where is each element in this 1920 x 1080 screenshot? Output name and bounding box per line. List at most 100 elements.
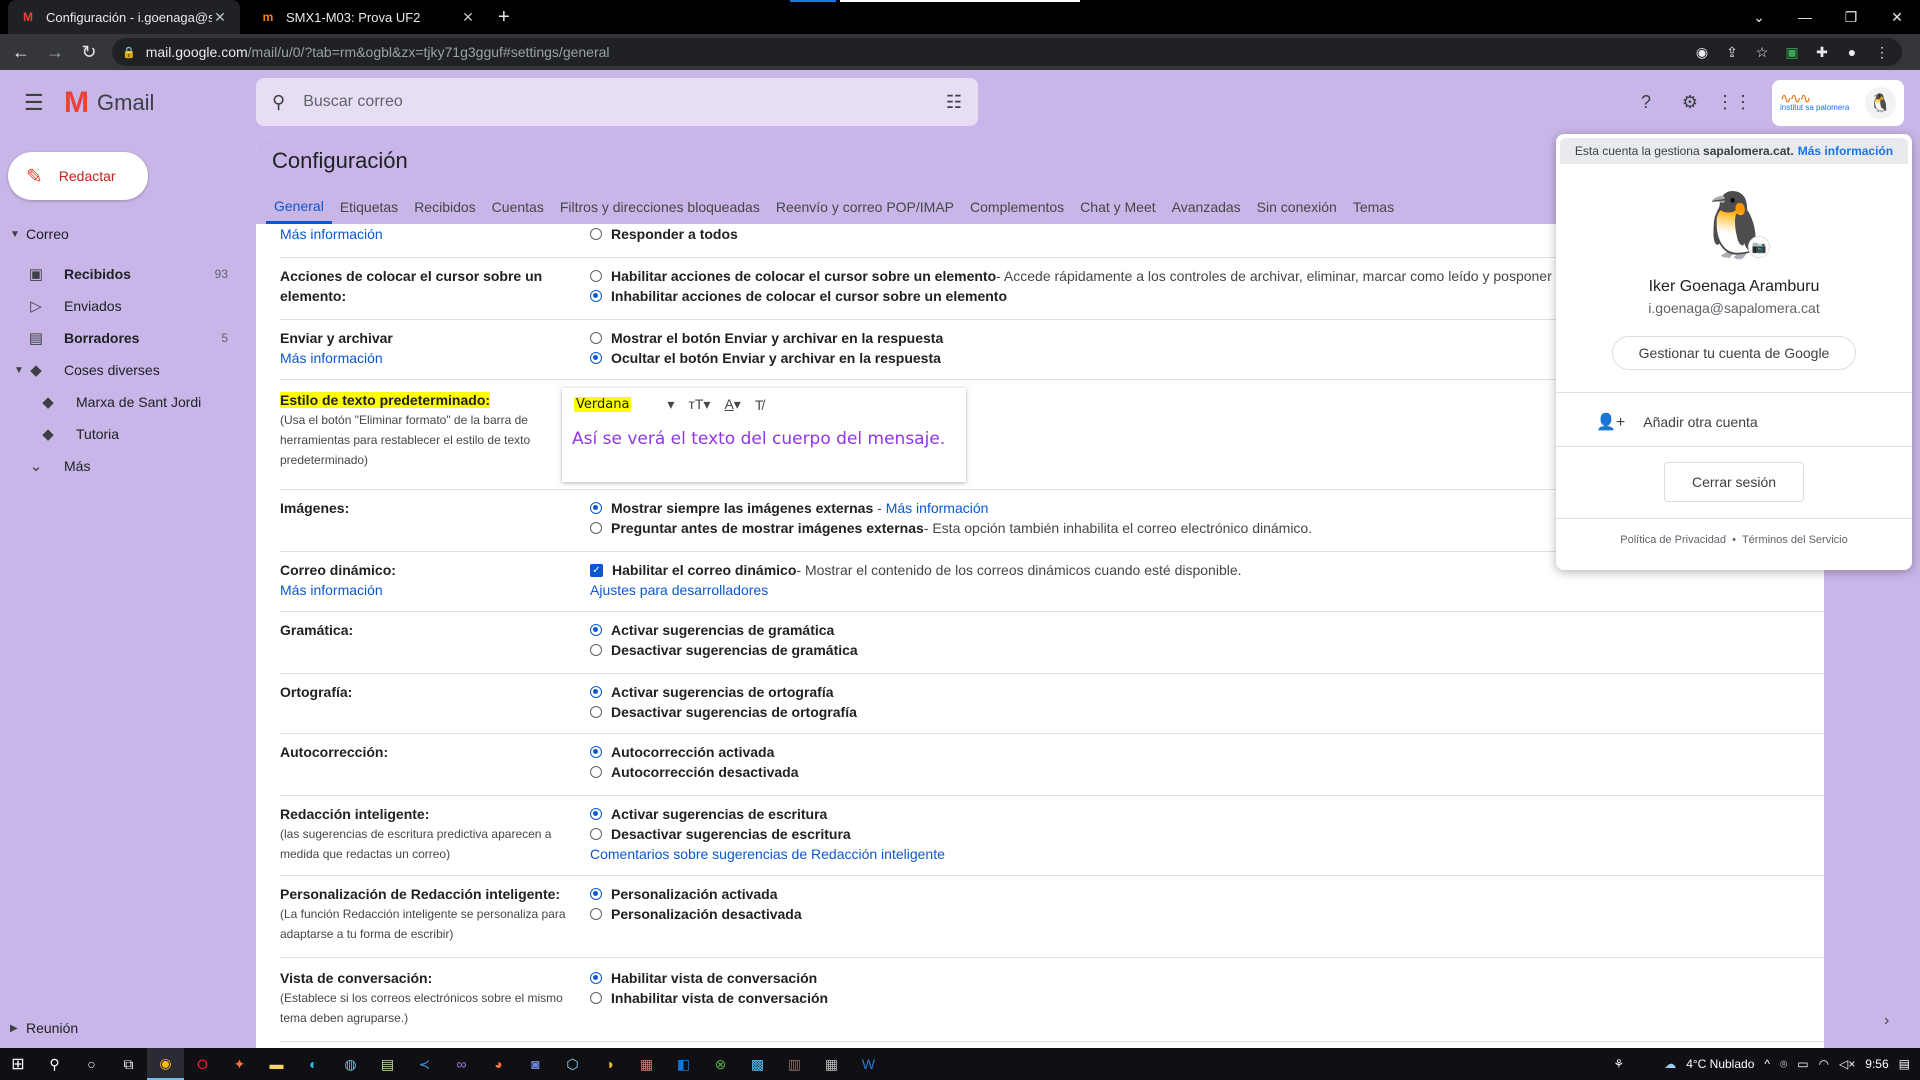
more-info-link[interactable]: Más información	[280, 224, 580, 244]
caret-down-icon[interactable]: ▼	[14, 365, 26, 376]
wifi-icon[interactable]: ◠	[1819, 1057, 1829, 1071]
compose-button[interactable]: ✎ Redactar	[8, 152, 148, 200]
volume-icon[interactable]: ◁×	[1839, 1057, 1855, 1071]
close-tab-icon[interactable]: ✕	[212, 9, 228, 26]
share-icon[interactable]: ⇪	[1722, 44, 1742, 61]
tab-filters[interactable]: Filtros y direcciones bloqueadas	[552, 190, 768, 224]
font-dropdown-icon[interactable]: ▾	[667, 396, 674, 413]
conversation-off-option[interactable]: Inhabilitar vista de conversación	[590, 988, 1820, 1008]
star-icon[interactable]: ☆	[1752, 44, 1772, 61]
radio-button[interactable]	[590, 808, 602, 820]
account-badge[interactable]: ∿∿∿ institut sa palomera 🐧	[1772, 80, 1904, 126]
radio-button[interactable]	[590, 228, 602, 240]
reload-button[interactable]: ↻	[72, 42, 106, 63]
sidebar-item-coses-diverses[interactable]: ▼ ◆ Coses diverses	[0, 354, 248, 386]
tab-chat-meet[interactable]: Chat y Meet	[1072, 190, 1163, 224]
gmail-logo[interactable]: M Gmail	[64, 86, 154, 120]
profile-icon[interactable]: ●	[1842, 44, 1862, 60]
smart-compose-feedback-link[interactable]: Comentarios sobre sugerencias de Redacci…	[590, 844, 1820, 864]
firefox-icon[interactable]: ◕	[480, 1048, 517, 1080]
outlook-icon[interactable]: ◧	[665, 1048, 702, 1080]
close-tab-icon[interactable]: ✕	[460, 9, 476, 26]
chevron-up-icon[interactable]: ^	[1764, 1057, 1770, 1071]
notifications-icon[interactable]: ▤	[1899, 1057, 1910, 1071]
main-menu-icon[interactable]: ☰	[24, 90, 44, 116]
personalization-off-option[interactable]: Personalización desactivada	[590, 904, 1820, 924]
checkbox-checked-icon[interactable]: ✓	[590, 563, 603, 577]
network-icon[interactable]: ⌾	[1780, 1057, 1787, 1072]
calculator-icon[interactable]: ▦	[813, 1048, 850, 1080]
radio-button[interactable]	[590, 766, 602, 778]
font-family-select[interactable]: Verdana	[574, 397, 632, 412]
edge-icon[interactable]: ◐	[295, 1048, 332, 1080]
app-icon[interactable]: ▩	[739, 1048, 776, 1080]
autocorrect-off-option[interactable]: Autocorrección desactivada	[590, 762, 1820, 782]
menu-icon[interactable]: ⋮	[1872, 44, 1892, 61]
vscode-icon[interactable]: ≺	[406, 1048, 443, 1080]
more-info-link[interactable]: Más información	[280, 580, 580, 600]
radio-button[interactable]	[590, 746, 602, 758]
text-color-icon[interactable]: A▾	[724, 396, 740, 413]
apps-grid-icon[interactable]: ⋮⋮	[1716, 90, 1752, 114]
grammar-on-option[interactable]: Activar sugerencias de gramática	[590, 620, 1820, 640]
tab-addons[interactable]: Complementos	[962, 190, 1072, 224]
virtualbox-icon[interactable]: ⬡	[554, 1048, 591, 1080]
chrome-icon[interactable]: ◉	[147, 1048, 184, 1080]
word-icon[interactable]: W	[850, 1048, 887, 1080]
remove-formatting-icon[interactable]: T̸	[755, 397, 764, 413]
people-icon[interactable]: ⚘	[1613, 1057, 1624, 1071]
smart-compose-off-option[interactable]: Desactivar sugerencias de escritura	[590, 824, 1820, 844]
font-size-icon[interactable]: тT▾	[688, 396, 710, 413]
lock-icon[interactable]: 🔒	[122, 46, 136, 59]
avatar-large[interactable]: 🐧	[1690, 180, 1780, 270]
close-window-button[interactable]: ✕	[1874, 0, 1920, 34]
grammar-off-option[interactable]: Desactivar sugerencias de gramática	[590, 640, 1820, 660]
new-tab-button[interactable]: +	[498, 6, 510, 29]
eye-icon[interactable]: ◉	[1692, 44, 1712, 61]
radio-button[interactable]	[590, 972, 602, 984]
extensions-icon[interactable]: ✚	[1812, 44, 1832, 61]
app-icon[interactable]: ▥	[776, 1048, 813, 1080]
privacy-link[interactable]: Política de Privacidad	[1620, 534, 1726, 546]
spelling-off-option[interactable]: Desactivar sugerencias de ortografía	[590, 702, 1820, 722]
visual-studio-icon[interactable]: ∞	[443, 1048, 480, 1080]
sidebar-item-inbox[interactable]: ▣ Recibidos 93	[0, 258, 248, 290]
discord-icon[interactable]: ◙	[517, 1048, 554, 1080]
sidebar-item-drafts[interactable]: ▤ Borradores 5	[0, 322, 248, 354]
more-info-link[interactable]: Más información	[886, 500, 989, 516]
camera-icon[interactable]: 📷	[1748, 236, 1770, 258]
sidebar-item-marxa[interactable]: ◆ Marxa de Sant Jordi	[0, 386, 248, 418]
clock[interactable]: 9:56	[1865, 1057, 1888, 1071]
file-explorer-icon[interactable]: ▬	[258, 1048, 295, 1080]
tab-advanced[interactable]: Avanzadas	[1164, 190, 1249, 224]
sign-out-button[interactable]: Cerrar sesión	[1664, 462, 1804, 502]
search-icon[interactable]: ⚲	[36, 1048, 73, 1080]
sidebar-section-meet[interactable]: ▶ Reunión	[0, 1012, 256, 1044]
tab-inbox[interactable]: Recibidos	[406, 190, 483, 224]
add-account-button[interactable]: 👤+ Añadir otra cuenta	[1596, 402, 1758, 442]
radio-button[interactable]	[590, 270, 602, 282]
tab-themes[interactable]: Temas	[1345, 190, 1402, 224]
tab-offline[interactable]: Sin conexión	[1249, 190, 1345, 224]
steam-icon[interactable]: ◍	[332, 1048, 369, 1080]
opera-icon[interactable]: O	[184, 1048, 221, 1080]
app-icon[interactable]: ✦	[221, 1048, 258, 1080]
browser-tab-moodle[interactable]: m SMX1-M03: Prova UF2 ✕	[248, 0, 488, 34]
windows-start-icon[interactable]: ⊞	[0, 1054, 36, 1074]
text-style-preview[interactable]: Así se verá el texto del cuerpo del mens…	[572, 428, 952, 451]
personalization-on-option[interactable]: Personalización activada	[590, 884, 1820, 904]
search-icon[interactable]: ⚲	[272, 92, 285, 113]
radio-button[interactable]	[590, 290, 602, 302]
app-icon[interactable]: ▦	[628, 1048, 665, 1080]
radio-button[interactable]	[590, 686, 602, 698]
forward-button[interactable]: →	[38, 42, 72, 63]
tab-search-icon[interactable]: ⌄	[1736, 0, 1782, 34]
search-input[interactable]	[303, 93, 946, 111]
tab-forwarding[interactable]: Reenvío y correo POP/IMAP	[768, 190, 962, 224]
task-view-icon[interactable]: ⧉	[110, 1048, 147, 1080]
radio-button[interactable]	[590, 644, 602, 656]
developer-settings-link[interactable]: Ajustes para desarrolladores	[590, 580, 1820, 600]
cortana-icon[interactable]: ○	[73, 1048, 110, 1080]
spelling-on-option[interactable]: Activar sugerencias de ortografía	[590, 682, 1820, 702]
app-icon[interactable]: ◑	[591, 1048, 628, 1080]
